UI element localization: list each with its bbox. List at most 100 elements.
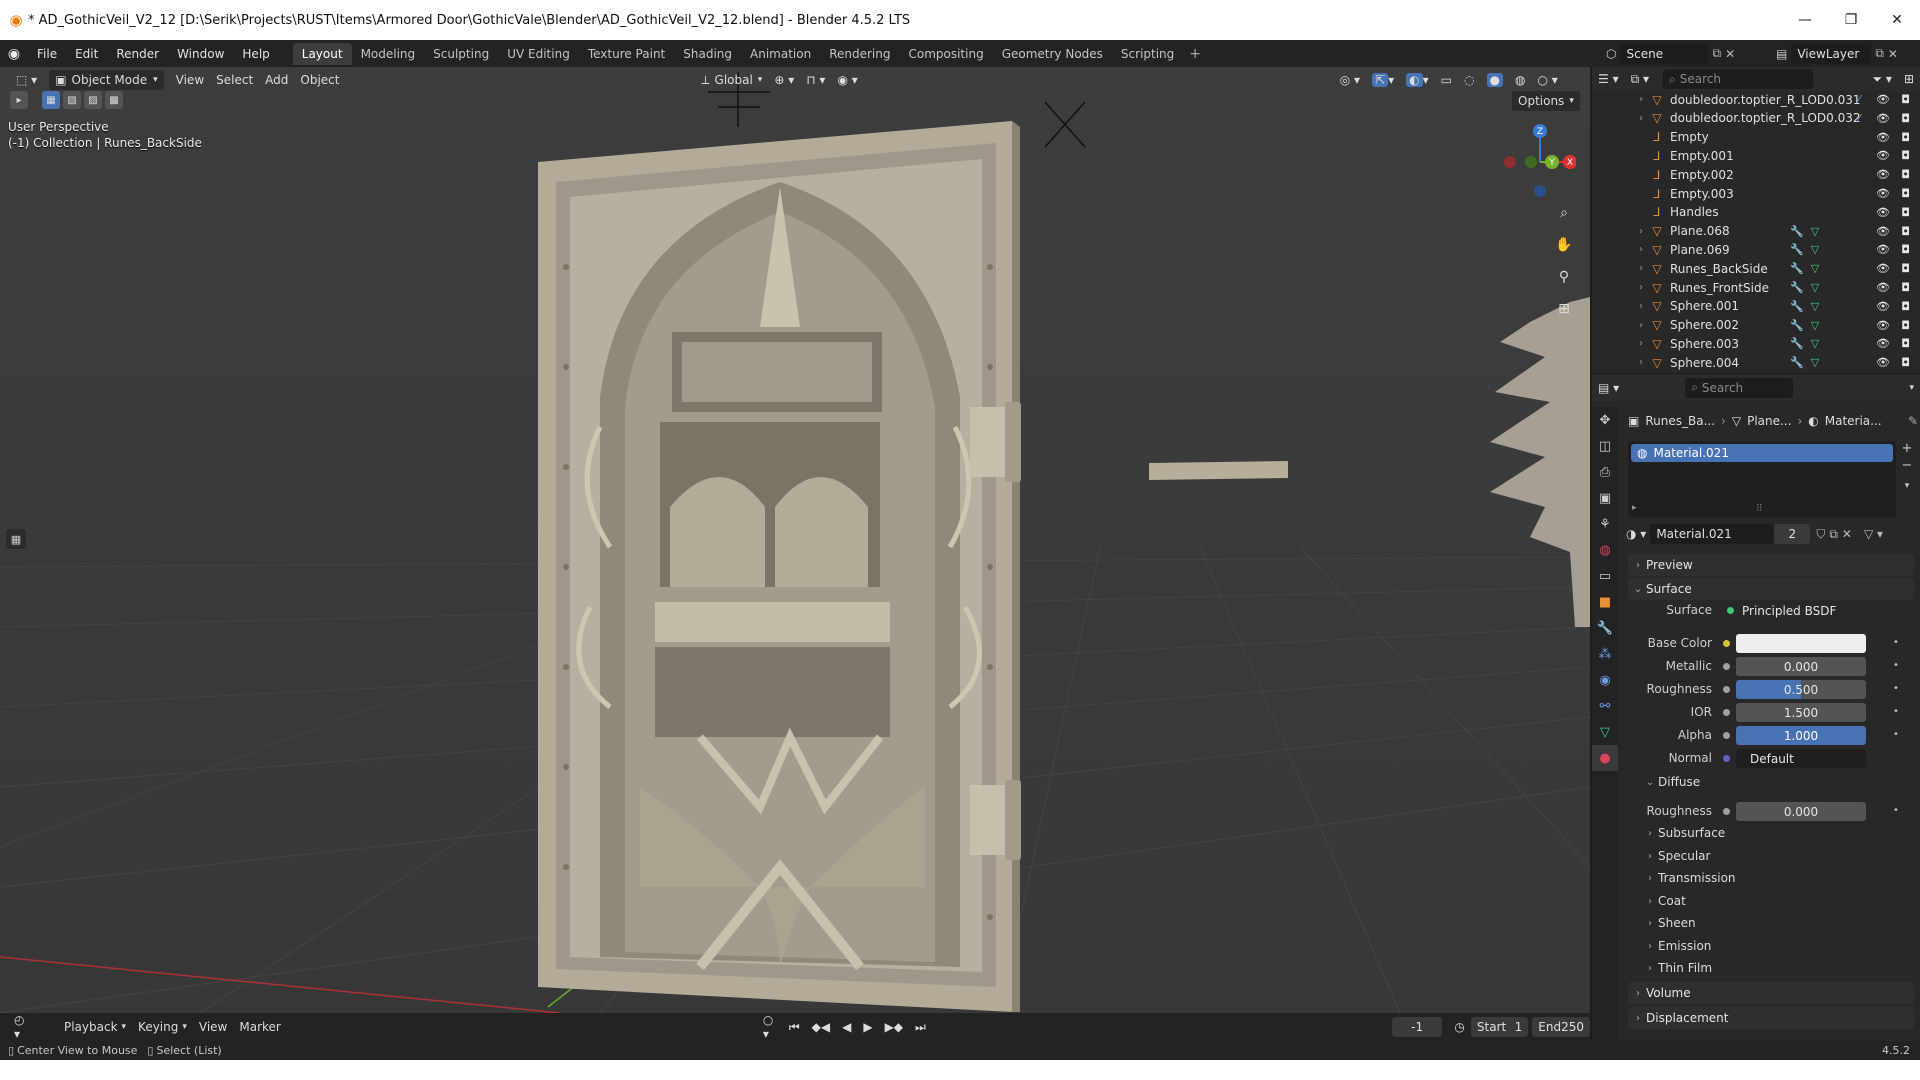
- visibility-eye-icon[interactable]: 👁: [1876, 168, 1890, 181]
- material-browse-icon[interactable]: ◑ ▾: [1626, 527, 1646, 541]
- roughness-slider[interactable]: 0.500: [1736, 680, 1866, 699]
- tab-tool[interactable]: ✥: [1592, 407, 1618, 433]
- timeline-menu-keying[interactable]: Keying ▾: [132, 1017, 193, 1037]
- filter-button[interactable]: ⏷ ▾: [1866, 69, 1897, 89]
- timeline-editor-type-button[interactable]: ◴ ▾: [8, 1013, 34, 1041]
- mesh-data-icon[interactable]: ▽: [1806, 337, 1824, 350]
- modifier-wrench-icon[interactable]: 🔧: [1788, 243, 1806, 256]
- preview-range-icon[interactable]: ◷: [1448, 1017, 1470, 1037]
- tab-collection[interactable]: ▭: [1592, 563, 1618, 589]
- render-camera-icon[interactable]: ◘: [1901, 131, 1910, 144]
- shading-material-button[interactable]: ◍: [1509, 70, 1531, 90]
- viewlayer-field[interactable]: ViewLayer: [1791, 43, 1872, 64]
- surface-section[interactable]: ⌄ Surface: [1628, 578, 1914, 600]
- keyframe-dot-icon[interactable]: •: [1893, 805, 1899, 816]
- minimize-button[interactable]: —: [1782, 0, 1828, 40]
- outliner-search-input[interactable]: ⌕ Search: [1663, 69, 1814, 89]
- armature-link-icon[interactable]: ⁄: [1850, 112, 1868, 125]
- render-camera-icon[interactable]: ◘: [1901, 206, 1910, 219]
- outliner-item[interactable]: › ▽ Sphere.002 🔧 ▽ 👁 ◘: [1592, 316, 1920, 335]
- timeline-menu-view[interactable]: View: [193, 1017, 233, 1037]
- 3d-viewport[interactable]: ⬚ ▾ ▣ Object Mode ▾ View Select Add Obje…: [0, 67, 1590, 1013]
- tab-particles[interactable]: ⁂: [1592, 641, 1618, 667]
- pin-icon[interactable]: ✎: [1908, 414, 1918, 428]
- properties-options-button[interactable]: ▾: [1903, 378, 1920, 398]
- material-slot-item[interactable]: ◍ Material.021: [1631, 444, 1893, 462]
- viewlayer-selector[interactable]: ▤ ViewLayer ⧉ ✕: [1776, 43, 1898, 64]
- render-camera-icon[interactable]: ◘: [1901, 300, 1910, 313]
- properties-editor-type-button[interactable]: ▤ ▾: [1592, 378, 1625, 398]
- normal-field[interactable]: Default: [1736, 749, 1866, 768]
- expand-arrow-icon[interactable]: ›: [1634, 113, 1648, 124]
- diffuse-subsection[interactable]: ⌄ Diffuse: [1628, 772, 1914, 792]
- tab-compositing[interactable]: Compositing: [899, 43, 992, 65]
- modifier-wrench-icon[interactable]: 🔧: [1788, 337, 1806, 350]
- modifier-wrench-icon[interactable]: 🔧: [1788, 225, 1806, 238]
- visibility-eye-icon[interactable]: 👁: [1876, 131, 1890, 144]
- viewport-menu-object[interactable]: Object: [294, 70, 345, 90]
- modifier-wrench-icon[interactable]: 🔧: [1788, 300, 1806, 313]
- tab-shading[interactable]: Shading: [674, 43, 741, 65]
- add-workspace-button[interactable]: +: [1183, 46, 1207, 62]
- outliner-item[interactable]: › ▽ Sphere.004 🔧 ▽ 👁 ◘: [1592, 353, 1920, 372]
- visibility-eye-icon[interactable]: 👁: [1876, 93, 1890, 106]
- render-camera-icon[interactable]: ◘: [1901, 168, 1910, 181]
- outliner-item[interactable]: ⅃ Empty.002 👁 ◘: [1592, 165, 1920, 184]
- ior-field[interactable]: 1.500: [1736, 703, 1866, 722]
- new-viewlayer-icon[interactable]: ⧉: [1875, 46, 1884, 61]
- timeline-menu-playback[interactable]: Playback ▾: [58, 1017, 132, 1037]
- tab-object[interactable]: ■: [1592, 589, 1618, 615]
- current-frame-field[interactable]: -1: [1391, 1017, 1443, 1037]
- outliner-item[interactable]: › ▽ Sphere.001 🔧 ▽ 👁 ◘: [1592, 297, 1920, 316]
- render-camera-icon[interactable]: ◘: [1901, 319, 1910, 332]
- link-dropdown-icon[interactable]: ▽ ▾: [1864, 527, 1883, 541]
- outliner-item[interactable]: ⅃ Empty 👁 ◘: [1592, 128, 1920, 147]
- displacement-section[interactable]: › Displacement: [1628, 1007, 1914, 1029]
- select-extend-icon[interactable]: ▧: [63, 91, 81, 109]
- menu-render[interactable]: Render: [107, 47, 168, 61]
- tab-scene[interactable]: ⚘: [1592, 511, 1618, 537]
- armature-link-icon[interactable]: ⁄: [1850, 93, 1868, 106]
- shading-solid-button[interactable]: ●: [1481, 70, 1509, 90]
- prev-keyframe-button[interactable]: ◆◀: [806, 1017, 836, 1037]
- grid-perspective-icon[interactable]: ⊞: [1552, 297, 1576, 321]
- delete-scene-icon[interactable]: ✕: [1725, 47, 1735, 61]
- properties-search-input[interactable]: ⌕ Search: [1685, 377, 1794, 398]
- list-resize-handle[interactable]: ⠿: [1756, 504, 1763, 514]
- tweak-tool-icon[interactable]: ▸: [10, 91, 28, 109]
- expand-arrow-icon[interactable]: ›: [1634, 320, 1648, 331]
- visibility-eye-icon[interactable]: 👁: [1876, 206, 1890, 219]
- shading-wireframe-button[interactable]: ◌: [1458, 70, 1480, 90]
- outliner-item[interactable]: ⅃ Empty.003 👁 ◘: [1592, 184, 1920, 203]
- display-mode-button[interactable]: ⧉ ▾: [1625, 69, 1655, 89]
- render-camera-icon[interactable]: ◘: [1901, 243, 1910, 256]
- coat-subsection[interactable]: › Coat: [1628, 891, 1914, 911]
- editor-type-button[interactable]: ⬚ ▾: [10, 70, 43, 90]
- tab-geometry-nodes[interactable]: Geometry Nodes: [993, 43, 1112, 65]
- transform-orientation-dropdown[interactable]: ⟂ Global ▾: [696, 70, 769, 90]
- volume-section[interactable]: › Volume: [1628, 982, 1914, 1004]
- outliner-item[interactable]: › ▽ Sphere.003 🔧 ▽ 👁 ◘: [1592, 334, 1920, 353]
- viewport-menu-select[interactable]: Select: [210, 70, 259, 90]
- toolbar-toggle-icon[interactable]: ▦: [6, 529, 26, 549]
- keyframe-dot-icon[interactable]: •: [1893, 706, 1899, 717]
- tab-output[interactable]: ⎙: [1592, 459, 1618, 485]
- scene-field[interactable]: Scene: [1620, 43, 1709, 64]
- tab-scripting[interactable]: Scripting: [1112, 43, 1183, 65]
- pivot-point-button[interactable]: ⊕ ▾: [768, 70, 800, 90]
- menu-edit[interactable]: Edit: [66, 47, 107, 61]
- render-camera-icon[interactable]: ◘: [1901, 187, 1910, 200]
- visibility-eye-icon[interactable]: 👁: [1876, 337, 1890, 350]
- transmission-subsection[interactable]: › Transmission: [1628, 868, 1914, 888]
- expand-arrow-icon[interactable]: ›: [1634, 226, 1648, 237]
- render-camera-icon[interactable]: ◘: [1901, 225, 1910, 238]
- outliner-item[interactable]: ⅃ Handles 👁 ◘: [1592, 203, 1920, 222]
- mesh-data-icon[interactable]: ▽: [1806, 300, 1824, 313]
- tab-constraints[interactable]: ⚯: [1592, 693, 1618, 719]
- modifier-wrench-icon[interactable]: 🔧: [1788, 319, 1806, 332]
- blender-logo-icon[interactable]: ◉: [0, 46, 28, 62]
- visibility-eye-icon[interactable]: 👁: [1876, 281, 1890, 294]
- zoom-icon[interactable]: ⌕: [1552, 201, 1576, 225]
- outliner-item[interactable]: › ▽ doubledoor.toptier_R_LOD0.031 ⁄ 👁 ◘: [1592, 90, 1920, 109]
- render-camera-icon[interactable]: ◘: [1901, 262, 1910, 275]
